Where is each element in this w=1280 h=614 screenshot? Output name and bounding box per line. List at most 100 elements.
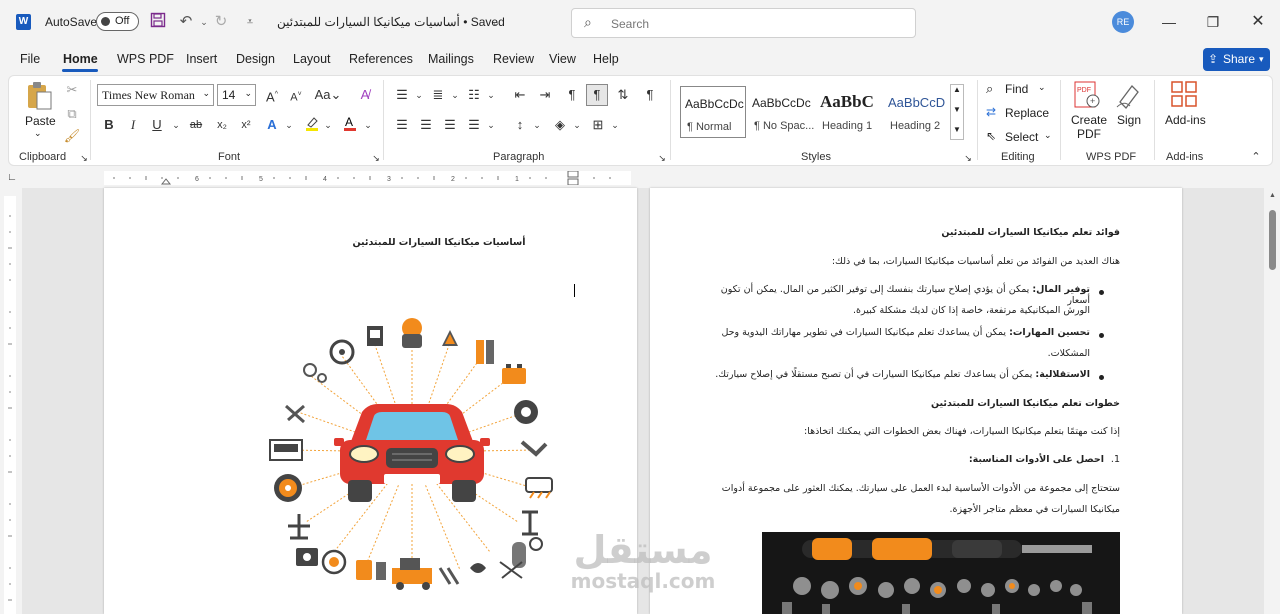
paste-button[interactable]: [24, 80, 56, 112]
increase-indent-icon[interactable]: ⇥: [535, 85, 555, 105]
scrollbar-thumb[interactable]: [1269, 210, 1276, 270]
group-divider: [977, 80, 978, 160]
copy-icon[interactable]: ⧉: [62, 104, 82, 124]
customize-toolbar-icon[interactable]: ⩡: [240, 12, 260, 32]
tab-selector-icon[interactable]: ∟: [2, 168, 22, 188]
font-size-select[interactable]: 14 ⌄: [217, 84, 256, 106]
align-right-icon[interactable]: ☰: [440, 115, 460, 135]
style-normal[interactable]: AaBbCcDc ¶ Normal: [680, 86, 746, 138]
sign-button[interactable]: [1114, 80, 1146, 112]
justify-dropdown-icon[interactable]: ⌄: [481, 115, 501, 135]
styles-gallery-scroll[interactable]: ▲ ▼ ▼: [950, 84, 964, 140]
add-ins-button[interactable]: [1170, 80, 1200, 110]
page-right[interactable]: فوائد تعلم ميكانيكا السيارات للمبتدئين ه…: [650, 188, 1182, 614]
sort-icon[interactable]: ⇅: [613, 85, 633, 105]
minimize-icon[interactable]: —: [1159, 12, 1179, 32]
line-spacing-dropdown-icon[interactable]: ⌄: [527, 115, 547, 135]
tab-view[interactable]: View: [549, 52, 576, 66]
subscript-icon[interactable]: x₂: [212, 115, 232, 135]
expand-gallery-icon[interactable]: ▼: [953, 125, 961, 134]
title-dropdown-icon[interactable]: ⌄: [486, 13, 506, 33]
style-no-spacing[interactable]: AaBbCcDc ¶ No Spac...: [748, 86, 814, 138]
vertical-ruler[interactable]: [4, 196, 16, 614]
underline-dropdown-icon[interactable]: ⌄: [166, 115, 186, 135]
grow-font-icon[interactable]: A^: [262, 85, 282, 105]
tab-home[interactable]: Home: [63, 52, 98, 66]
document-title[interactable]: أساسيات ميكانيكا السيارات للمبتدئين • Sa…: [277, 15, 505, 29]
change-case-icon[interactable]: Aa⌄: [314, 85, 342, 105]
borders-dropdown-icon[interactable]: ⌄: [605, 115, 625, 135]
show-marks-icon[interactable]: ¶: [640, 85, 660, 105]
save-icon[interactable]: [148, 12, 168, 32]
clipboard-launcher-icon[interactable]: ↘: [74, 148, 94, 168]
chevron-up-icon[interactable]: ▲: [953, 85, 961, 94]
autosave-toggle[interactable]: Off: [96, 12, 139, 31]
scroll-up-icon[interactable]: ▲: [1269, 192, 1276, 199]
shrink-font-icon[interactable]: A˅: [286, 85, 306, 105]
create-pdf-label: Create PDF: [1071, 113, 1108, 141]
find-button[interactable]: ⌕ Find ⌄: [986, 80, 1056, 100]
restore-icon[interactable]: ❐: [1203, 12, 1223, 32]
multilevel-dropdown-icon[interactable]: ⌄: [481, 85, 501, 105]
font-color-dropdown-icon[interactable]: ⌄: [358, 115, 378, 135]
search-placeholder: Search: [611, 17, 650, 31]
replace-button[interactable]: ⇄ Replace: [986, 104, 1056, 124]
chevron-down-icon[interactable]: ▼: [953, 105, 961, 114]
paste-dropdown-icon[interactable]: ⌄: [34, 128, 42, 139]
search-box[interactable]: ⌕ Search: [571, 8, 916, 38]
text-effects-dropdown-icon[interactable]: ⌄: [279, 115, 299, 135]
undo-icon[interactable]: ↶: [176, 12, 196, 32]
font-name-select[interactable]: Times New Roman ⌄: [97, 84, 214, 106]
page-left[interactable]: أساسيات ميكانيكا السيارات للمبتدئين: [104, 188, 637, 614]
bullets-dropdown-icon[interactable]: ⌄: [409, 85, 429, 105]
horizontal-ruler[interactable]: 6 5 4 3 2 1: [104, 170, 631, 186]
avatar[interactable]: RE: [1112, 11, 1134, 33]
tab-design[interactable]: Design: [236, 52, 275, 66]
style-heading-1[interactable]: AaBbC Heading 1: [816, 86, 882, 138]
tab-review[interactable]: Review: [493, 52, 534, 66]
tab-file[interactable]: File: [20, 52, 40, 66]
underline-icon[interactable]: U: [147, 115, 167, 135]
group-divider: [670, 80, 671, 160]
close-icon[interactable]: ✕: [1248, 12, 1268, 32]
tab-mailings[interactable]: Mailings: [428, 52, 474, 66]
decrease-indent-icon[interactable]: ⇤: [510, 85, 530, 105]
svg-text:6: 6: [195, 176, 199, 183]
find-icon: ⌕: [986, 81, 994, 96]
align-center-icon[interactable]: ☰: [416, 115, 436, 135]
tab-wps-pdf[interactable]: WPS PDF: [117, 52, 174, 66]
numbering-dropdown-icon[interactable]: ⌄: [445, 85, 465, 105]
select-button[interactable]: ⇖ Select ⌄: [986, 128, 1056, 148]
font-color-icon[interactable]: A: [340, 115, 360, 135]
font-size-value: 14: [222, 88, 236, 102]
clear-formatting-icon[interactable]: A̸: [355, 85, 375, 105]
tab-help[interactable]: Help: [593, 52, 619, 66]
format-painter-icon[interactable]: 🖌: [62, 126, 82, 146]
highlight-dropdown-icon[interactable]: ⌄: [318, 115, 338, 135]
collapse-ribbon-icon[interactable]: ⌃: [1246, 147, 1266, 167]
group-divider: [90, 80, 91, 160]
ltr-direction-icon[interactable]: ¶: [562, 85, 582, 105]
replace-label: Replace: [1005, 106, 1050, 120]
active-tab-indicator: [62, 69, 98, 72]
create-pdf-button[interactable]: PDF +: [1070, 80, 1106, 112]
italic-icon[interactable]: I: [123, 115, 143, 135]
shading-dropdown-icon[interactable]: ⌄: [567, 115, 587, 135]
superscript-icon[interactable]: x²: [236, 115, 256, 135]
title-bar: W AutoSave Off ↶ ⌄ ↻ ⩡ أساسيات ميكانيكا …: [0, 0, 1280, 44]
cut-icon[interactable]: ✂: [62, 80, 82, 100]
strikethrough-icon[interactable]: ab: [186, 115, 206, 135]
tab-insert[interactable]: Insert: [186, 52, 217, 66]
vertical-scrollbar[interactable]: ▲: [1266, 188, 1280, 614]
share-button[interactable]: ⇪ Share ▾: [1203, 48, 1270, 71]
styles-launcher-icon[interactable]: ↘: [958, 148, 978, 168]
bold-icon[interactable]: B: [99, 115, 119, 135]
align-left-icon[interactable]: ☰: [392, 115, 412, 135]
redo-icon[interactable]: ↻: [211, 12, 231, 32]
tab-references[interactable]: References: [349, 52, 413, 66]
style-heading-2[interactable]: AaBbCcD Heading 2: [884, 86, 950, 138]
rtl-direction-icon[interactable]: ¶: [586, 84, 608, 106]
tab-layout[interactable]: Layout: [293, 52, 331, 66]
bullet-item-1-title: توفير المال:: [1032, 284, 1090, 295]
paragraph-launcher-icon[interactable]: ↘: [652, 148, 672, 168]
